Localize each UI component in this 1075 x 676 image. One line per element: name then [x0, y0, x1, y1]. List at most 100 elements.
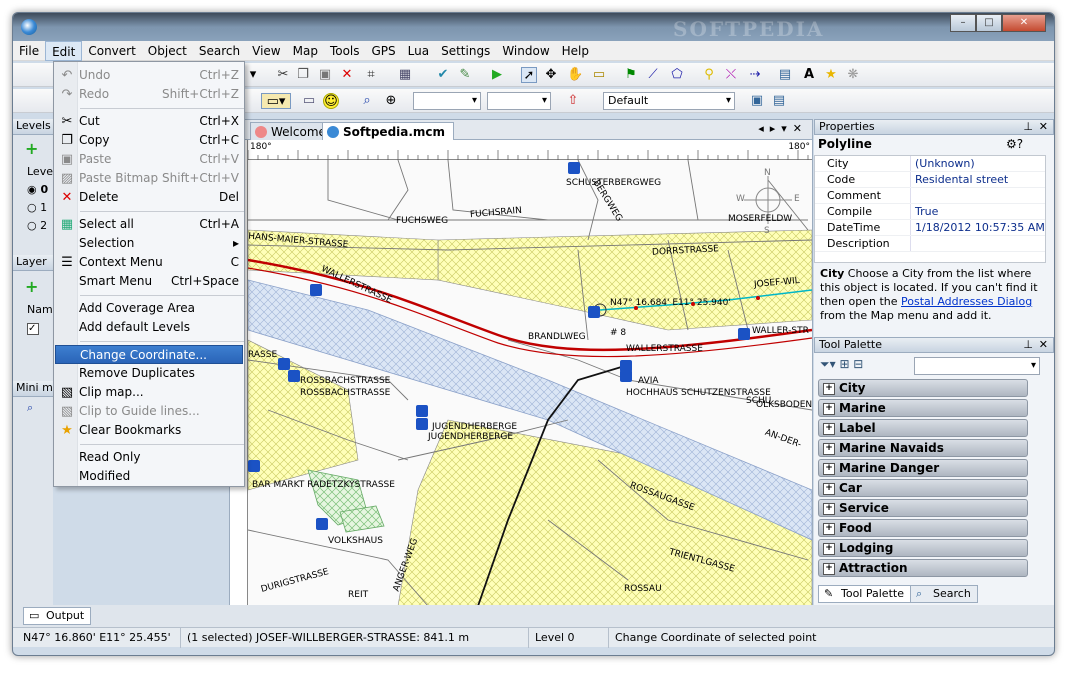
map-canvas[interactable]: SCHUSTERBERGWEG BERGWEG FUCHSWEG FUCHSRA…: [248, 160, 812, 606]
title-bar[interactable]: SOFTPEDIA – □ ✕: [13, 13, 1054, 41]
category-food[interactable]: Food: [818, 519, 1028, 537]
menu-convert[interactable]: Convert: [82, 41, 141, 61]
ruler-icon[interactable]: ▭: [591, 67, 607, 83]
filter-icon[interactable]: ⏷▾ ⊞ ⊟: [820, 357, 863, 372]
star-icon[interactable]: ★: [823, 67, 839, 83]
copy-icon[interactable]: ❐: [295, 67, 311, 83]
network-icon[interactable]: ❋: [845, 67, 861, 83]
properties-tools-icons[interactable]: ⚙?: [1006, 137, 1023, 151]
menu-lua[interactable]: Lua: [402, 41, 435, 61]
property-value[interactable]: True: [911, 204, 1045, 219]
menu-view[interactable]: View: [246, 41, 286, 61]
menu-item-add-coverage-area[interactable]: Add Coverage Area: [55, 299, 243, 318]
menu-tools[interactable]: Tools: [324, 41, 366, 61]
paste-icon[interactable]: ▣: [317, 67, 333, 83]
category-marine-danger[interactable]: Marine Danger: [818, 459, 1028, 477]
menu-edit[interactable]: Edit: [45, 40, 83, 61]
menu-item-redo[interactable]: ↷ Redo Shift+Ctrl+Z: [55, 85, 243, 104]
menu-item-undo[interactable]: ↶ Undo Ctrl+Z: [55, 66, 243, 85]
layer-toggle-icon[interactable]: ▭▾: [261, 93, 291, 109]
check-icon[interactable]: ✔: [435, 67, 451, 83]
add-icon[interactable]: +: [25, 139, 38, 158]
delete-icon[interactable]: ✕: [339, 67, 355, 83]
category-car[interactable]: Car: [818, 479, 1028, 497]
smiley-icon[interactable]: ☺: [323, 93, 339, 109]
property-row[interactable]: Code Residental street: [815, 172, 1045, 188]
category-lodging[interactable]: Lodging: [818, 539, 1028, 557]
menu-gps[interactable]: GPS: [366, 41, 402, 61]
dropdown-arrow-icon[interactable]: ▾: [245, 67, 261, 83]
menu-item-clip-to-guide-lines[interactable]: ▧ Clip to Guide lines...: [55, 402, 243, 421]
menu-item-modified[interactable]: Modified: [55, 467, 243, 486]
select-icon[interactable]: ⌗: [363, 67, 379, 83]
level-radio-0[interactable]: ◉ 0: [27, 183, 48, 196]
property-row[interactable]: DateTime 1/18/2012 10:57:35 AM: [815, 220, 1045, 236]
grid-icon[interactable]: ▦: [397, 67, 413, 83]
property-row[interactable]: Comment: [815, 188, 1045, 204]
close-button[interactable]: ✕: [1002, 14, 1046, 32]
pencil-icon[interactable]: ✎: [457, 67, 473, 83]
route-icon[interactable]: ⇧: [565, 93, 581, 109]
crosshair-icon[interactable]: ⊕: [383, 93, 399, 109]
add-layer-icon[interactable]: +: [25, 277, 38, 296]
pin-icon[interactable]: ⊥: [1023, 120, 1033, 134]
flag-icon[interactable]: ⚑: [623, 67, 639, 83]
menu-item-remove-duplicates[interactable]: Remove Duplicates: [55, 364, 243, 383]
category-attraction[interactable]: Attraction: [818, 559, 1028, 577]
tab-output[interactable]: ▭ Output: [23, 607, 92, 625]
palette-filter-combo[interactable]: [914, 357, 1040, 375]
window-icon[interactable]: ▣: [749, 93, 765, 109]
pointer-icon[interactable]: ➚: [521, 67, 537, 83]
menu-item-cut[interactable]: ✂ Cut Ctrl+X: [55, 112, 243, 131]
property-value[interactable]: 1/18/2012 10:57:35 AM: [911, 220, 1045, 235]
zoom-icon[interactable]: ⌕: [359, 93, 375, 109]
play-icon[interactable]: ▶: [489, 67, 505, 83]
tab-search[interactable]: ⌕ Search: [910, 585, 978, 603]
menu-file[interactable]: File: [13, 41, 45, 61]
layer-checkbox[interactable]: ✓: [27, 323, 39, 335]
zoom-combo[interactable]: [487, 92, 551, 110]
pin-icon[interactable]: ⚲: [701, 67, 717, 83]
hand-icon[interactable]: ✋: [567, 67, 583, 83]
menu-item-delete[interactable]: ✕ Delete Del: [55, 188, 243, 207]
category-marine[interactable]: Marine: [818, 399, 1028, 417]
menu-item-context-menu[interactable]: ☰ Context Menu C: [55, 253, 243, 272]
menu-item-clear-bookmarks[interactable]: ★ Clear Bookmarks: [55, 421, 243, 440]
join-icon[interactable]: ⇢: [747, 67, 763, 83]
maximize-button[interactable]: □: [976, 14, 1002, 32]
menu-settings[interactable]: Settings: [435, 41, 496, 61]
property-value[interactable]: [911, 236, 1045, 251]
menu-window[interactable]: Window: [496, 41, 555, 61]
tab-tool-palette[interactable]: ✎ Tool Palette: [818, 585, 911, 603]
category-label[interactable]: Label: [818, 419, 1028, 437]
menu-help[interactable]: Help: [556, 41, 595, 61]
minimize-button[interactable]: –: [950, 14, 976, 32]
pin-icon[interactable]: ⊥: [1023, 338, 1033, 352]
app-globe-icon[interactable]: [21, 19, 37, 35]
scale-combo[interactable]: [413, 92, 481, 110]
polyline-icon[interactable]: ⟋: [645, 67, 661, 83]
level-radio-1[interactable]: ○ 1: [27, 201, 47, 214]
menu-item-paste[interactable]: ▣ Paste Ctrl+V: [55, 150, 243, 169]
menu-item-add-default-levels[interactable]: Add default Levels: [55, 318, 243, 337]
menu-map[interactable]: Map: [287, 41, 324, 61]
menu-item-change-coordinate[interactable]: Change Coordinate...: [55, 345, 243, 364]
menu-item-read-only[interactable]: Read Only: [55, 448, 243, 467]
category-city[interactable]: City: [818, 379, 1028, 397]
polygon-icon[interactable]: ⬠: [669, 67, 685, 83]
menu-item-smart-menu[interactable]: Smart Menu Ctrl+Space: [55, 272, 243, 291]
property-value[interactable]: [911, 188, 1045, 203]
property-row[interactable]: City (Unknown): [815, 156, 1045, 172]
category-marine-navaids[interactable]: Marine Navaids: [818, 439, 1028, 457]
property-row[interactable]: Description: [815, 236, 1045, 252]
level-radio-2[interactable]: ○ 2: [27, 219, 47, 232]
tile-icon[interactable]: ▤: [771, 93, 787, 109]
property-row[interactable]: Compile True: [815, 204, 1045, 220]
menu-search[interactable]: Search: [193, 41, 246, 61]
menu-item-copy[interactable]: ❐ Copy Ctrl+C: [55, 131, 243, 150]
menu-object[interactable]: Object: [142, 41, 193, 61]
tab-softpedia[interactable]: Softpedia.mcm: [322, 122, 455, 140]
style-combo[interactable]: Default: [603, 92, 735, 110]
cut-icon[interactable]: ✂: [275, 67, 291, 83]
property-value[interactable]: Residental street: [911, 172, 1045, 187]
